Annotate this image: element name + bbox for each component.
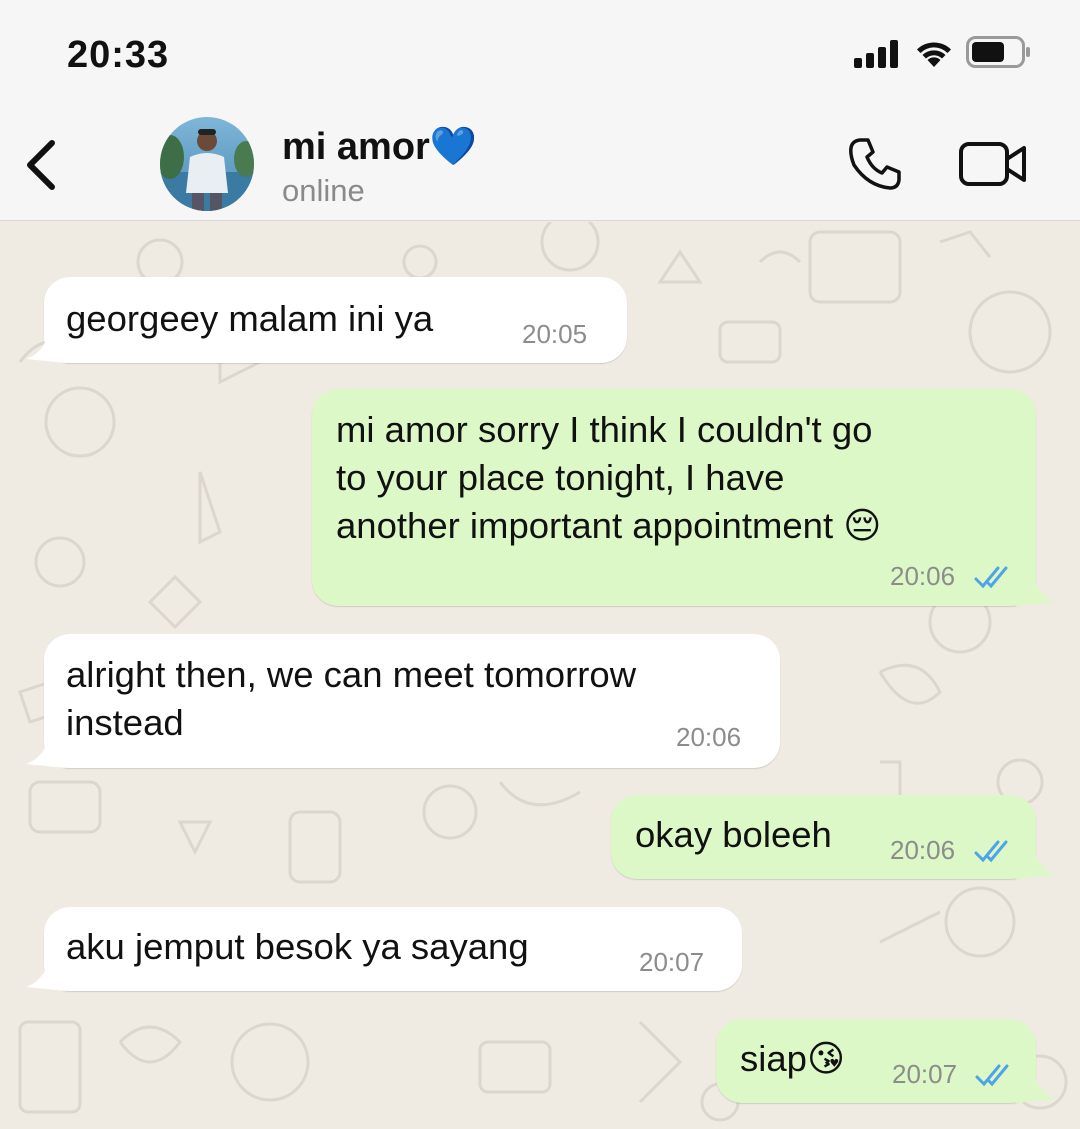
message-bubble-incoming[interactable]: alright then, we can meet tomorrow inste… bbox=[44, 634, 780, 768]
message-time: 20:06 bbox=[890, 561, 956, 591]
wifi-icon bbox=[917, 42, 951, 67]
read-receipt-double-check-icon bbox=[974, 566, 1008, 589]
bubble-tail-incoming bbox=[26, 728, 66, 768]
contact-status: online bbox=[282, 173, 365, 208]
message-text: okay boleeh bbox=[635, 814, 832, 855]
read-receipt-double-check-icon bbox=[975, 1064, 1009, 1087]
chat-area[interactable]: georgeey malam ini ya 20:05 mi amor sorr… bbox=[0, 222, 1080, 1129]
cellular-signal-icon bbox=[854, 40, 898, 68]
back-chevron-icon[interactable] bbox=[22, 135, 62, 195]
avatar-photo-icon bbox=[160, 117, 254, 211]
message-bubble-outgoing[interactable]: siap😘 20:07 bbox=[716, 1019, 1036, 1103]
message-time: 20:06 bbox=[890, 835, 956, 865]
message-text: siap😘 bbox=[740, 1038, 846, 1079]
message-text: georgeey malam ini ya bbox=[66, 298, 434, 339]
message-bubble-outgoing[interactable]: mi amor sorry I think I couldn't go to y… bbox=[312, 389, 1036, 606]
video-camera-icon[interactable] bbox=[958, 141, 1028, 187]
message-bubble-incoming[interactable]: georgeey malam ini ya 20:05 bbox=[44, 277, 627, 363]
message-time: 20:06 bbox=[676, 722, 742, 752]
status-bar: 20:33 bbox=[0, 0, 1080, 105]
message-time: 20:07 bbox=[892, 1059, 958, 1089]
bubble-tail-incoming bbox=[26, 951, 66, 991]
battery-icon bbox=[966, 36, 1030, 68]
message-text: alright then, we can meet tomorrow inste… bbox=[66, 654, 637, 743]
message-text: aku jemput besok ya sayang bbox=[66, 926, 529, 967]
contact-avatar[interactable] bbox=[160, 117, 254, 211]
read-receipt-double-check-icon bbox=[974, 840, 1008, 863]
bubble-tail-outgoing bbox=[1016, 839, 1056, 879]
message-text: mi amor sorry I think I couldn't go to y… bbox=[336, 409, 882, 546]
message-bubble-incoming[interactable]: aku jemput besok ya sayang 20:07 bbox=[44, 907, 742, 991]
bubble-tail-outgoing bbox=[1016, 566, 1056, 606]
message-time: 20:07 bbox=[639, 947, 705, 977]
bubble-tail-incoming bbox=[26, 323, 66, 363]
chat-header: mi amor💙 online bbox=[0, 105, 1080, 221]
phone-icon[interactable] bbox=[846, 135, 904, 193]
status-time: 20:33 bbox=[67, 34, 170, 76]
message-time: 20:05 bbox=[522, 319, 588, 349]
contact-name[interactable]: mi amor💙 bbox=[282, 125, 477, 169]
message-bubble-outgoing[interactable]: okay boleeh 20:06 bbox=[611, 795, 1036, 879]
bubble-tail-outgoing bbox=[1016, 1063, 1056, 1103]
